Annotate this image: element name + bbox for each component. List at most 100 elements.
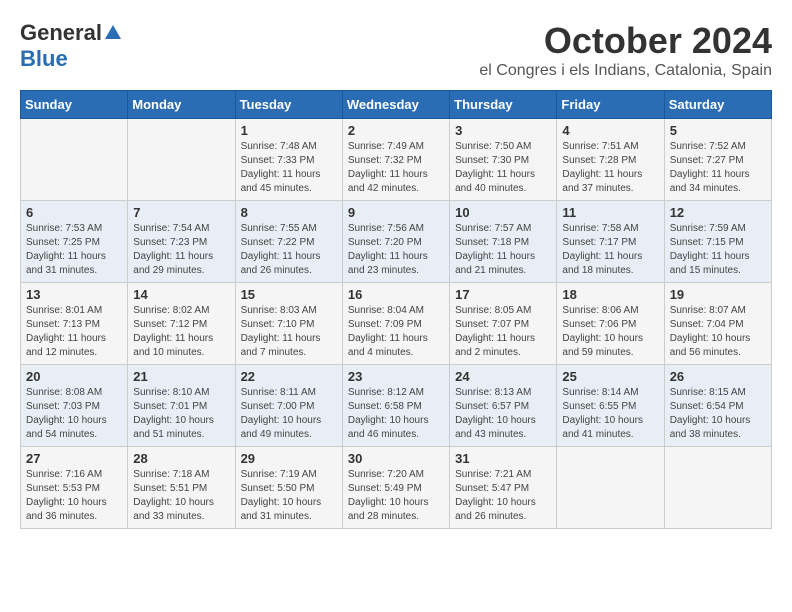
day-info: Sunrise: 8:15 AMSunset: 6:54 PMDaylight:…	[670, 386, 766, 442]
table-row: 9 Sunrise: 7:56 AMSunset: 7:20 PMDaylight…	[342, 201, 449, 283]
table-row: 28 Sunrise: 7:18 AMSunset: 5:51 PMDayligh…	[128, 447, 235, 529]
day-number: 9	[348, 205, 444, 220]
table-row	[664, 447, 771, 529]
calendar-body: 1 Sunrise: 7:48 AMSunset: 7:33 PMDaylight…	[21, 119, 772, 529]
day-number: 5	[670, 123, 766, 138]
day-info: Sunrise: 8:07 AMSunset: 7:04 PMDaylight:…	[670, 304, 766, 360]
header-thursday: Thursday	[450, 91, 557, 119]
header-tuesday: Tuesday	[235, 91, 342, 119]
location-title: el Congres i els Indians, Catalonia, Spa…	[479, 62, 772, 80]
day-info: Sunrise: 8:12 AMSunset: 6:58 PMDaylight:…	[348, 386, 444, 442]
day-info: Sunrise: 8:08 AMSunset: 7:03 PMDaylight:…	[26, 386, 122, 442]
logo-general: General	[20, 20, 102, 46]
day-info: Sunrise: 8:13 AMSunset: 6:57 PMDaylight:…	[455, 386, 551, 442]
table-row	[557, 447, 664, 529]
table-row: 25 Sunrise: 8:14 AMSunset: 6:55 PMDayligh…	[557, 365, 664, 447]
table-row: 16 Sunrise: 8:04 AMSunset: 7:09 PMDayligh…	[342, 283, 449, 365]
logo: General Blue	[20, 20, 121, 72]
calendar-header: Sunday Monday Tuesday Wednesday Thursday…	[21, 91, 772, 119]
day-info: Sunrise: 7:21 AMSunset: 5:47 PMDaylight:…	[455, 468, 551, 524]
table-row: 4Sunrise: 7:51 AMSunset: 7:28 PMDaylight…	[557, 119, 664, 201]
day-number: 22	[241, 369, 337, 384]
calendar-week-row: 6 Sunrise: 7:53 AMSunset: 7:25 PMDaylight…	[21, 201, 772, 283]
day-number: 26	[670, 369, 766, 384]
table-row: 1 Sunrise: 7:48 AMSunset: 7:33 PMDaylight…	[235, 119, 342, 201]
day-info: Sunrise: 7:16 AMSunset: 5:53 PMDaylight:…	[26, 468, 122, 524]
table-row: 20 Sunrise: 8:08 AMSunset: 7:03 PMDayligh…	[21, 365, 128, 447]
day-number: 4	[562, 123, 658, 138]
table-row: 2Sunrise: 7:49 AMSunset: 7:32 PMDaylight…	[342, 119, 449, 201]
day-number: 6	[26, 205, 122, 220]
day-info: Sunrise: 7:56 AMSunset: 7:20 PMDaylight:…	[348, 222, 444, 278]
header-monday: Monday	[128, 91, 235, 119]
calendar-week-row: 1 Sunrise: 7:48 AMSunset: 7:33 PMDaylight…	[21, 119, 772, 201]
calendar-table: Sunday Monday Tuesday Wednesday Thursday…	[20, 90, 772, 529]
table-row	[128, 119, 235, 201]
day-info: Sunrise: 7:48 AMSunset: 7:33 PMDaylight:…	[241, 140, 337, 196]
day-number: 24	[455, 369, 551, 384]
day-info: Sunrise: 7:18 AMSunset: 5:51 PMDaylight:…	[133, 468, 229, 524]
table-row: 29 Sunrise: 7:19 AMSunset: 5:50 PMDayligh…	[235, 447, 342, 529]
day-number: 23	[348, 369, 444, 384]
day-info: Sunrise: 8:06 AMSunset: 7:06 PMDaylight:…	[562, 304, 658, 360]
table-row: 5 Sunrise: 7:52 AMSunset: 7:27 PMDaylight…	[664, 119, 771, 201]
header-wednesday: Wednesday	[342, 91, 449, 119]
table-row: 10Sunrise: 7:57 AMSunset: 7:18 PMDayligh…	[450, 201, 557, 283]
day-info: Sunrise: 7:57 AMSunset: 7:18 PMDaylight:…	[455, 222, 551, 278]
day-info: Sunrise: 7:19 AMSunset: 5:50 PMDaylight:…	[241, 468, 337, 524]
day-info: Sunrise: 8:11 AMSunset: 7:00 PMDaylight:…	[241, 386, 337, 442]
table-row: 31 Sunrise: 7:21 AMSunset: 5:47 PMDayligh…	[450, 447, 557, 529]
day-number: 16	[348, 287, 444, 302]
day-info: Sunrise: 8:14 AMSunset: 6:55 PMDaylight:…	[562, 386, 658, 442]
day-info: Sunrise: 8:03 AMSunset: 7:10 PMDaylight:…	[241, 304, 337, 360]
day-number: 15	[241, 287, 337, 302]
day-number: 7	[133, 205, 229, 220]
day-number: 30	[348, 451, 444, 466]
day-number: 1	[241, 123, 337, 138]
table-row: 18Sunrise: 8:06 AMSunset: 7:06 PMDayligh…	[557, 283, 664, 365]
day-info: Sunrise: 7:53 AMSunset: 7:25 PMDaylight:…	[26, 222, 122, 278]
day-number: 19	[670, 287, 766, 302]
table-row: 6 Sunrise: 7:53 AMSunset: 7:25 PMDaylight…	[21, 201, 128, 283]
calendar-week-row: 13 Sunrise: 8:01 AMSunset: 7:13 PMDayligh…	[21, 283, 772, 365]
day-info: Sunrise: 8:05 AMSunset: 7:07 PMDaylight:…	[455, 304, 551, 360]
day-number: 28	[133, 451, 229, 466]
day-info: Sunrise: 8:10 AMSunset: 7:01 PMDaylight:…	[133, 386, 229, 442]
day-number: 11	[562, 205, 658, 220]
month-title: October 2024	[479, 20, 772, 62]
day-info: Sunrise: 7:55 AMSunset: 7:22 PMDaylight:…	[241, 222, 337, 278]
table-row: 24 Sunrise: 8:13 AMSunset: 6:57 PMDayligh…	[450, 365, 557, 447]
day-info: Sunrise: 7:49 AMSunset: 7:32 PMDaylight:…	[348, 140, 444, 196]
day-info: Sunrise: 8:04 AMSunset: 7:09 PMDaylight:…	[348, 304, 444, 360]
table-row: 14Sunrise: 8:02 AMSunset: 7:12 PMDayligh…	[128, 283, 235, 365]
table-row: 22 Sunrise: 8:11 AMSunset: 7:00 PMDayligh…	[235, 365, 342, 447]
day-number: 31	[455, 451, 551, 466]
title-area: October 2024 el Congres i els Indians, C…	[479, 20, 772, 80]
day-number: 17	[455, 287, 551, 302]
day-number: 13	[26, 287, 122, 302]
table-row: 12Sunrise: 7:59 AMSunset: 7:15 PMDayligh…	[664, 201, 771, 283]
day-info: Sunrise: 7:20 AMSunset: 5:49 PMDaylight:…	[348, 468, 444, 524]
table-row: 15 Sunrise: 8:03 AMSunset: 7:10 PMDayligh…	[235, 283, 342, 365]
header-saturday: Saturday	[664, 91, 771, 119]
day-info: Sunrise: 7:52 AMSunset: 7:27 PMDaylight:…	[670, 140, 766, 196]
table-row	[21, 119, 128, 201]
day-number: 29	[241, 451, 337, 466]
table-row: 21Sunrise: 8:10 AMSunset: 7:01 PMDayligh…	[128, 365, 235, 447]
table-row: 3Sunrise: 7:50 AMSunset: 7:30 PMDaylight…	[450, 119, 557, 201]
table-row: 26 Sunrise: 8:15 AMSunset: 6:54 PMDayligh…	[664, 365, 771, 447]
header-sunday: Sunday	[21, 91, 128, 119]
day-info: Sunrise: 7:54 AMSunset: 7:23 PMDaylight:…	[133, 222, 229, 278]
day-info: Sunrise: 8:01 AMSunset: 7:13 PMDaylight:…	[26, 304, 122, 360]
table-row: 7 Sunrise: 7:54 AMSunset: 7:23 PMDaylight…	[128, 201, 235, 283]
day-number: 25	[562, 369, 658, 384]
day-info: Sunrise: 7:58 AMSunset: 7:17 PMDaylight:…	[562, 222, 658, 278]
day-number: 20	[26, 369, 122, 384]
logo-blue: Blue	[20, 46, 68, 72]
table-row: 8Sunrise: 7:55 AMSunset: 7:22 PMDaylight…	[235, 201, 342, 283]
table-row: 30 Sunrise: 7:20 AMSunset: 5:49 PMDayligh…	[342, 447, 449, 529]
page-header: General Blue October 2024 el Congres i e…	[20, 20, 772, 80]
logo-arrow-icon	[105, 25, 121, 39]
day-number: 12	[670, 205, 766, 220]
table-row: 27Sunrise: 7:16 AMSunset: 5:53 PMDayligh…	[21, 447, 128, 529]
